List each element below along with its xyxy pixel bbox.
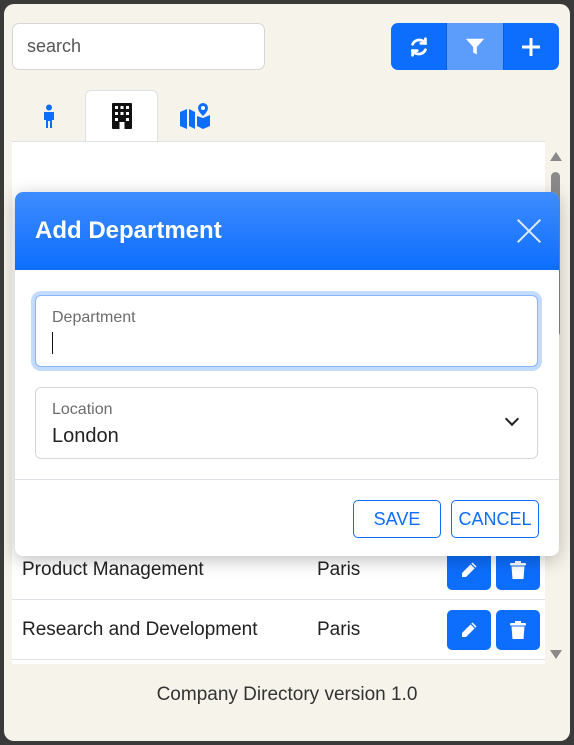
close-icon[interactable] bbox=[516, 218, 542, 244]
cancel-button[interactable]: CANCEL bbox=[451, 500, 539, 538]
department-field[interactable]: Department bbox=[35, 295, 538, 367]
app-window: Product Management Paris Research and De… bbox=[4, 4, 570, 741]
plus-icon bbox=[522, 37, 541, 56]
location-label: Location bbox=[52, 401, 113, 418]
building-icon bbox=[111, 103, 132, 129]
add-department-modal: Add Department Department Location Londo… bbox=[15, 192, 559, 556]
modal-footer: SAVE CANCEL bbox=[15, 479, 559, 556]
edit-button[interactable] bbox=[447, 550, 491, 590]
delete-button[interactable] bbox=[496, 550, 540, 590]
table-row: Research and Development Paris bbox=[12, 601, 545, 660]
department-location: Paris bbox=[317, 619, 361, 640]
add-button[interactable] bbox=[503, 23, 559, 70]
department-name: Product Management bbox=[22, 559, 204, 580]
map-location-icon bbox=[179, 103, 210, 129]
filter-icon bbox=[465, 38, 485, 54]
modal-title: Add Department bbox=[35, 217, 222, 244]
tab-personnel[interactable] bbox=[12, 90, 85, 142]
delete-button[interactable] bbox=[496, 610, 540, 650]
edit-button[interactable] bbox=[447, 610, 491, 650]
trash-icon bbox=[510, 561, 526, 579]
modal-header: Add Department bbox=[15, 192, 559, 270]
tab-locations[interactable] bbox=[158, 90, 231, 142]
tab-bar bbox=[12, 90, 231, 142]
tab-departments[interactable] bbox=[85, 90, 158, 142]
location-select[interactable]: Location London bbox=[35, 387, 538, 459]
trash-icon bbox=[510, 621, 526, 639]
refresh-button[interactable] bbox=[391, 23, 448, 70]
footer-text: Company Directory version 1.0 bbox=[156, 684, 418, 705]
pencil-icon bbox=[462, 622, 477, 637]
scroll-up-arrow-icon[interactable] bbox=[550, 152, 562, 161]
toolbar-button-group bbox=[391, 23, 559, 70]
chevron-down-icon bbox=[504, 411, 520, 427]
person-icon bbox=[43, 104, 54, 128]
refresh-icon bbox=[410, 36, 427, 57]
save-button[interactable]: SAVE bbox=[353, 500, 441, 538]
pencil-icon bbox=[462, 562, 477, 577]
text-cursor bbox=[52, 332, 53, 354]
department-label: Department bbox=[52, 309, 136, 326]
location-value: London bbox=[52, 425, 119, 447]
filter-button[interactable] bbox=[447, 23, 504, 70]
scroll-down-arrow-icon[interactable] bbox=[550, 650, 562, 659]
department-name: Research and Development bbox=[22, 619, 258, 640]
search-input[interactable] bbox=[12, 23, 265, 70]
department-location: Paris bbox=[317, 559, 361, 580]
